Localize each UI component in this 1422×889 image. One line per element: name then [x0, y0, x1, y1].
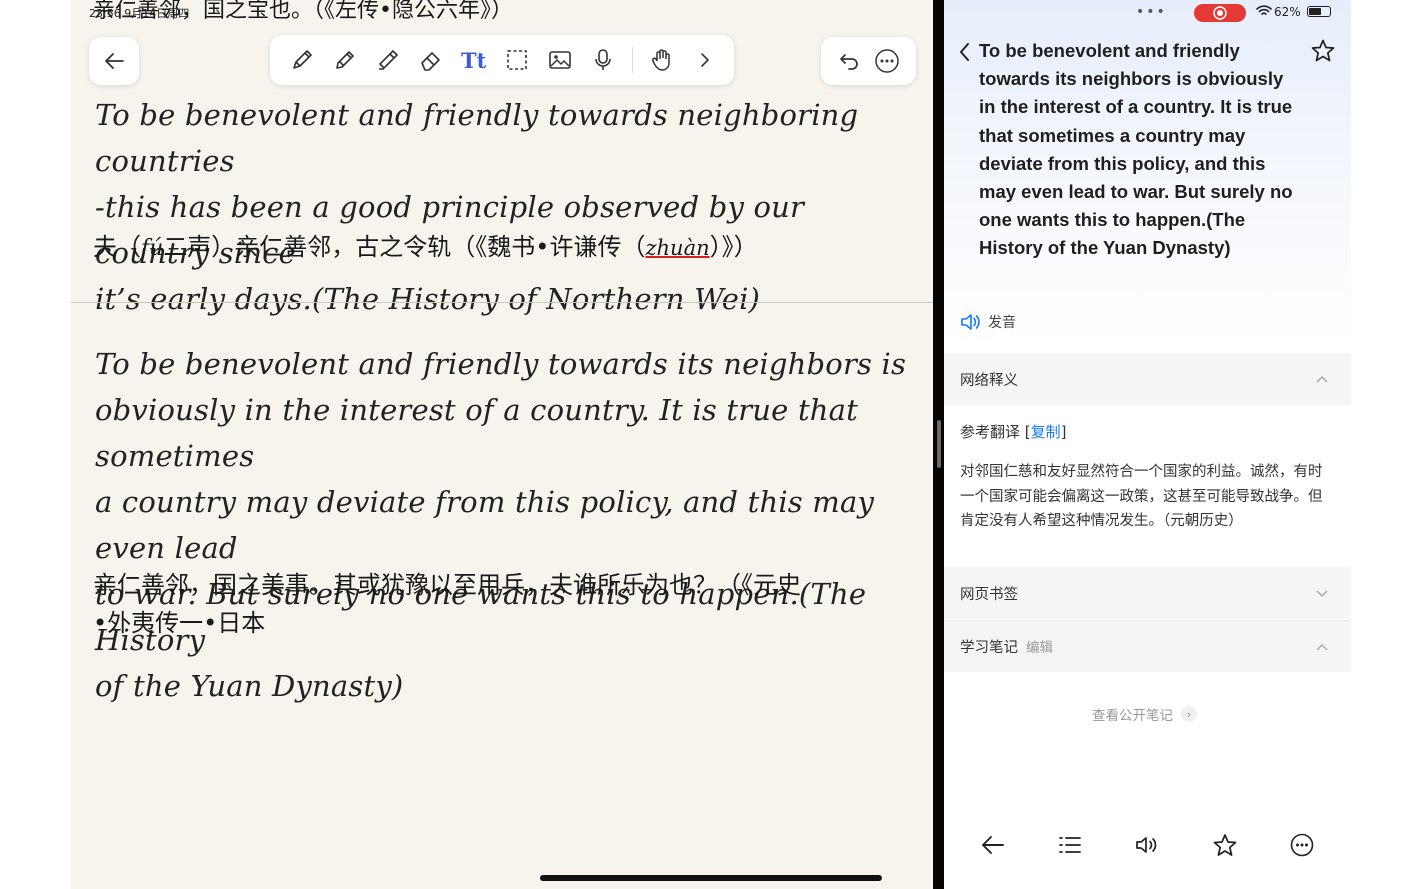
- public-notes-label: 查看公开笔记: [1092, 708, 1173, 724]
- pen-icon[interactable]: [284, 42, 320, 78]
- page-divider: [71, 302, 933, 303]
- arrow-left-icon[interactable]: [980, 834, 1006, 856]
- undo-more-group: [821, 37, 916, 85]
- star-favorite-icon[interactable]: [1310, 38, 1336, 64]
- hand-touch-icon[interactable]: [644, 42, 680, 78]
- undo-icon[interactable]: [838, 51, 860, 71]
- highlighter-icon[interactable]: [370, 42, 406, 78]
- svg-text:Tt: Tt: [461, 48, 487, 73]
- chinese-text: 二声）亲仁善邻，古之令轨（《魏书•许谦传（: [163, 233, 646, 261]
- section-title: 网页书签: [960, 586, 1018, 603]
- reference-title-label: 参考翻译 [: [960, 423, 1031, 441]
- battery-level: [1309, 8, 1321, 15]
- section-title: 网络释义: [960, 372, 1018, 389]
- section-title: 学习笔记: [960, 640, 1018, 656]
- chinese-quote-1: 夫（fú二声）亲仁善邻，古之令轨（《魏书•许谦传（zhuàn）》）: [93, 228, 923, 268]
- pencil-icon[interactable]: [327, 42, 363, 78]
- back-button[interactable]: [89, 37, 139, 85]
- more-options-icon[interactable]: [1289, 832, 1315, 858]
- handwriting-block-1: To be benevolent and friendly towards ne…: [95, 92, 925, 322]
- chinese-text: ）》）: [709, 233, 758, 261]
- back-chevron-icon[interactable]: [956, 41, 974, 63]
- handwriting-line: of the Yuan Dynasty): [95, 669, 404, 703]
- copy-button[interactable]: 复制: [1031, 423, 1061, 441]
- pinyin-annotation: fú: [141, 236, 164, 261]
- status-time: 23:56 9月14日周四: [89, 7, 190, 20]
- record-icon: [1213, 6, 1227, 20]
- handwriting-line: a country may deviate from this policy, …: [95, 485, 875, 565]
- wifi-icon: [1256, 5, 1272, 17]
- pronounce-label: 发音: [988, 315, 1016, 331]
- star-icon[interactable]: [1212, 833, 1238, 857]
- chinese-quote-2: 亲仁善邻，国之美事。其或犹豫以至用兵，夫谁所乐为也？（《元史 •外夷传一•日本: [93, 566, 923, 642]
- handwriting-line: it’s early days.(The History of Northern…: [95, 282, 761, 316]
- reference-title: 参考翻译 [复制]: [960, 421, 1067, 442]
- speaker-icon: [960, 313, 980, 331]
- multitask-dots-icon[interactable]: •••: [1136, 4, 1167, 20]
- chevron-right-icon: ›: [1181, 706, 1197, 722]
- speaker-icon[interactable]: [1134, 834, 1160, 856]
- eraser-icon[interactable]: [413, 42, 449, 78]
- chevron-right-icon[interactable]: [687, 42, 723, 78]
- chinese-text: 夫（: [93, 233, 141, 261]
- handwriting-line: To be benevolent and friendly towards it…: [95, 347, 907, 381]
- drawing-toolbar: Tt: [270, 35, 734, 85]
- section-web-definitions[interactable]: 网络释义: [944, 353, 1351, 405]
- toolbar-divider: [632, 47, 633, 73]
- notes-pane[interactable]: 亲仁善邻，国之宝也。（《左传•隐公六年》） 23:56 9月14日周四 Tt T…: [71, 0, 933, 889]
- reference-translation-text: 对邻国仁慈和友好显然符合一个国家的利益。诚然，有时一个国家可能会偏离这一政策，这…: [960, 464, 1323, 529]
- chinese-line: 亲仁善邻，国之美事。其或犹豫以至用兵，夫谁所乐为也？（《元史: [93, 571, 801, 599]
- more-options-icon[interactable]: [874, 48, 900, 74]
- handwriting-line: obviously in the interest of a country. …: [95, 393, 859, 473]
- reference-title-bracket: ]: [1060, 423, 1067, 441]
- home-indicator[interactable]: [540, 875, 882, 881]
- pinyin-annotation-underlined: zhuàn: [645, 236, 710, 260]
- screen-record-indicator[interactable]: [1194, 4, 1246, 22]
- lasso-select-icon[interactable]: [499, 42, 535, 78]
- dictionary-pane: ••• 62% To be benevolent and friendly to…: [944, 0, 1351, 889]
- pronounce-button[interactable]: 发音: [960, 312, 1016, 332]
- microphone-icon[interactable]: [585, 42, 621, 78]
- chinese-line: •外夷传一•日本: [93, 609, 266, 637]
- bottom-toolbar: [944, 820, 1351, 870]
- chevron-up-icon: [1315, 642, 1329, 652]
- section-title-group: 学习笔记 编辑: [960, 636, 1053, 657]
- right-margin: [1351, 0, 1422, 889]
- battery-icon: [1307, 6, 1331, 17]
- handwriting-line: To be benevolent and friendly towards ne…: [95, 98, 859, 178]
- section-study-notes[interactable]: 学习笔记 编辑: [944, 620, 1351, 672]
- headword-text: To be benevolent and friendly towards it…: [979, 40, 1293, 259]
- list-icon[interactable]: [1057, 834, 1083, 856]
- arrow-left-icon: [104, 53, 124, 69]
- split-view-handle[interactable]: [937, 420, 941, 468]
- reference-translation-box: 参考翻译 [复制] 对邻国仁慈和友好显然符合一个国家的利益。诚然，有时一个国家可…: [944, 405, 1351, 567]
- chevron-up-icon: [1315, 374, 1329, 384]
- chevron-down-icon: [1315, 588, 1329, 598]
- handwriting-block-2: To be benevolent and friendly towards it…: [95, 341, 925, 709]
- image-icon[interactable]: [542, 42, 578, 78]
- edit-notes-button[interactable]: 编辑: [1026, 640, 1053, 656]
- battery-percent: 62%: [1274, 5, 1301, 19]
- view-public-notes-link[interactable]: 查看公开笔记 ›: [1092, 704, 1197, 724]
- text-icon[interactable]: Tt: [456, 42, 492, 78]
- section-web-bookmarks[interactable]: 网页书签: [944, 567, 1351, 619]
